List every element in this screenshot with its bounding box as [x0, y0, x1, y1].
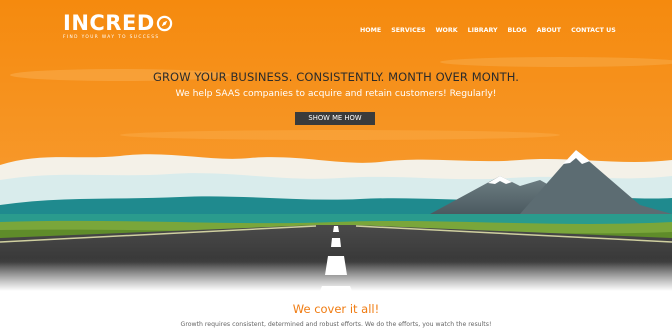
- hero-headline: GROW YOUR BUSINESS. CONSISTENTLY. MONTH …: [152, 70, 520, 84]
- hero-banner: INCRED FIND YOUR WAY TO SUCCESS HOME SER…: [0, 0, 672, 291]
- brand-name: INCRED: [63, 11, 155, 35]
- nav-blog[interactable]: BLOG: [508, 27, 527, 34]
- compass-o-icon: [156, 15, 173, 32]
- main-nav: HOME SERVICES WORK LIBRARY BLOG ABOUT CO…: [360, 27, 616, 34]
- section-title: We cover it all!: [292, 302, 380, 316]
- page: INCRED FIND YOUR WAY TO SUCCESS HOME SER…: [0, 0, 672, 336]
- nav-home[interactable]: HOME: [360, 27, 381, 34]
- hero-subheadline: We help SAAS companies to acquire and re…: [175, 88, 497, 99]
- nav-library[interactable]: LIBRARY: [468, 27, 498, 34]
- brand-tagline: FIND YOUR WAY TO SUCCESS: [63, 35, 160, 40]
- brand-logo[interactable]: INCRED FIND YOUR WAY TO SUCCESS: [63, 13, 173, 40]
- nav-services[interactable]: SERVICES: [391, 27, 425, 34]
- section-description: Growth requires consistent, determined a…: [180, 321, 492, 328]
- nav-about[interactable]: ABOUT: [537, 27, 561, 34]
- nav-work[interactable]: WORK: [436, 27, 458, 34]
- nav-contact-us[interactable]: CONTACT US: [571, 27, 616, 34]
- hero-landscape-illustration: [0, 0, 672, 291]
- show-me-how-button[interactable]: SHOW ME HOW: [295, 112, 375, 125]
